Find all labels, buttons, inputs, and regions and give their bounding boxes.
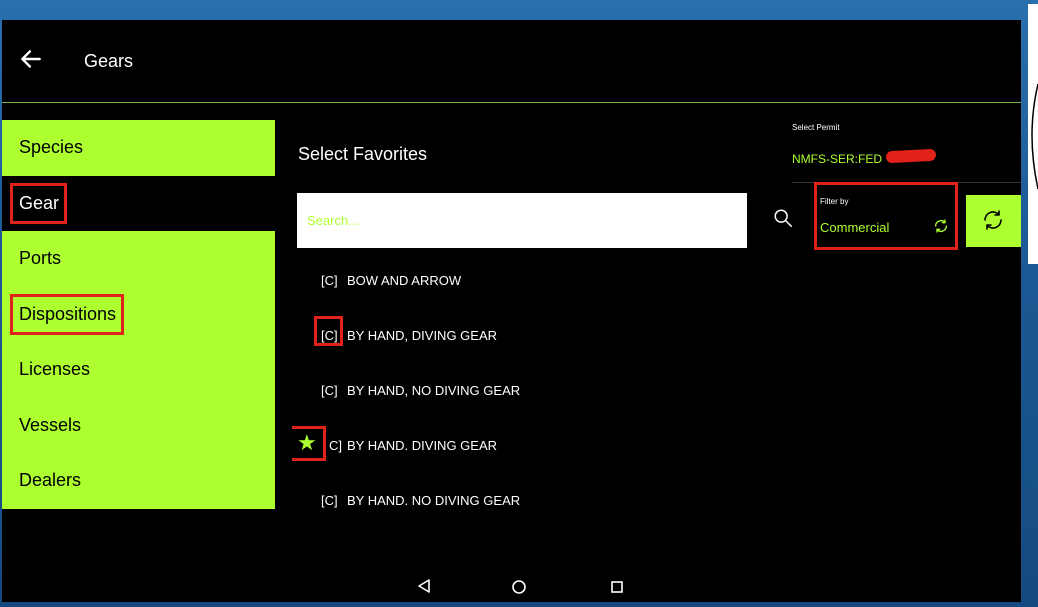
sidebar-item-ports[interactable]: Ports [2, 231, 275, 287]
gear-type-prefix: C] [329, 438, 342, 453]
list-item[interactable]: ★ C] BY HAND. DIVING GEAR [292, 418, 752, 473]
search-icon[interactable] [772, 207, 794, 229]
page-title: Gears [84, 51, 134, 71]
square-recents-icon[interactable] [610, 580, 624, 594]
gear-type-prefix: [C] [321, 493, 338, 508]
star-icon[interactable]: ★ [297, 432, 317, 454]
list-item[interactable]: [C] BOW AND ARROW [292, 253, 752, 308]
filter-label: Filter by [820, 197, 849, 206]
app-screen: Gears Species Gear Ports Dispositions Li… [2, 20, 1021, 602]
gear-type-prefix: [C] [321, 328, 338, 343]
gear-name: BOW AND ARROW [347, 273, 462, 288]
permit-label: Select Permit [792, 123, 840, 132]
filter-select[interactable]: Commercial [820, 220, 889, 235]
gear-name: BY HAND. NO DIVING GEAR [347, 493, 521, 508]
sidebar-item-species[interactable]: Species [2, 120, 275, 176]
triangle-back-icon[interactable] [416, 578, 432, 594]
permit-select[interactable]: NMFS-SER:FED [792, 152, 882, 166]
gear-type-prefix: [C] [321, 273, 338, 288]
sidebar-item-label: Dealers [19, 470, 82, 490]
sidebar-item-dealers[interactable]: Dealers [2, 453, 275, 509]
refresh-button[interactable] [966, 195, 1021, 247]
overlapping-panel [1028, 4, 1038, 264]
gear-name: BY HAND, NO DIVING GEAR [347, 383, 521, 398]
list-item[interactable]: [C] BY HAND, DIVING GEAR [292, 308, 752, 363]
gear-name: BY HAND. DIVING GEAR [347, 438, 498, 453]
sidebar-item-label: Species [19, 137, 84, 157]
sidebar-item-label: Gear [9, 176, 68, 232]
search-input[interactable] [297, 193, 747, 248]
list-item[interactable]: [C] BY HAND, NO DIVING GEAR [292, 363, 752, 418]
gear-name: BY HAND, DIVING GEAR [347, 328, 498, 343]
redaction-mark [885, 148, 937, 164]
panel-arc-graphic [1031, 83, 1038, 190]
sidebar-item-gear[interactable]: Gear [2, 175, 275, 232]
filter-highlight-box [814, 182, 958, 250]
sidebar-item-licenses[interactable]: Licenses [2, 342, 275, 398]
gear-list: [C] BOW AND ARROW [C] BY HAND, DIVING GE… [292, 253, 752, 568]
sidebar-item-dispositions[interactable]: Dispositions [2, 286, 275, 343]
refresh-icon [984, 210, 1002, 230]
list-item[interactable]: [C] BY HAND. NO DIVING GEAR [292, 473, 752, 528]
circle-home-icon[interactable] [511, 579, 527, 595]
sidebar: Species Gear Ports Dispositions Licenses… [2, 120, 275, 509]
refresh-icon[interactable] [933, 218, 949, 234]
sidebar-item-vessels[interactable]: Vessels [2, 397, 275, 453]
sidebar-item-label: Vessels [19, 414, 82, 435]
sidebar-item-label: Ports [19, 248, 62, 268]
sidebar-item-label: Dispositions [9, 287, 125, 343]
app-bar: Gears [2, 20, 1021, 103]
sidebar-item-label: Licenses [19, 359, 91, 379]
section-title: Select Favorites [298, 144, 428, 164]
arrow-left-icon[interactable] [18, 46, 44, 72]
gear-type-prefix: [C] [321, 383, 338, 398]
